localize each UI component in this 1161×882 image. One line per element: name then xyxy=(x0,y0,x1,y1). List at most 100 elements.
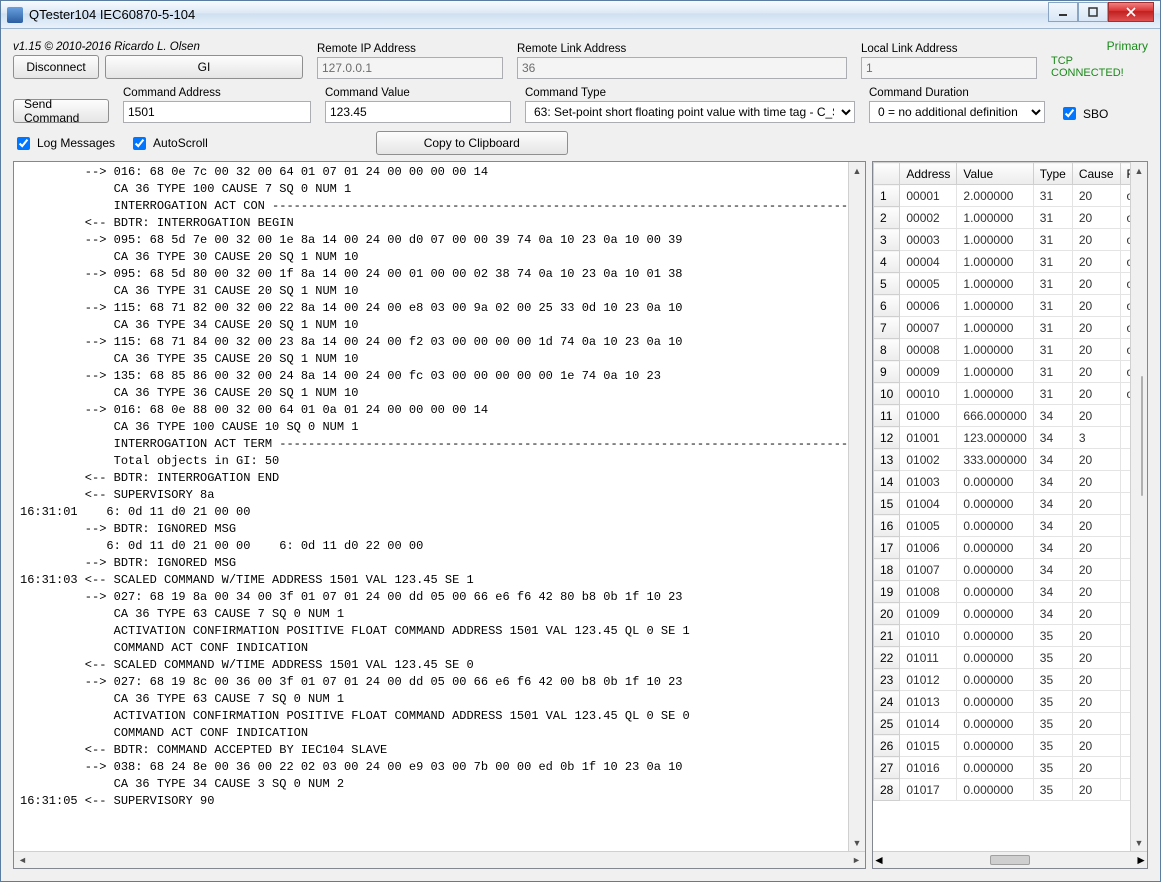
table-row[interactable]: 2000021.0000003120off xyxy=(874,207,1131,229)
titlebar[interactable]: QTester104 IEC60870-5-104 xyxy=(1,1,1160,29)
cell-value: 1.000000 xyxy=(957,295,1033,317)
table-row[interactable]: 5000051.0000003120off xyxy=(874,273,1131,295)
remote-ip-input[interactable] xyxy=(317,57,503,79)
table-row[interactable]: 20010090.0000003420 xyxy=(874,603,1131,625)
app-window: QTester104 IEC60870-5-104 v1.15 © 2010-2… xyxy=(0,0,1161,882)
table-row[interactable]: 16010050.0000003420 xyxy=(874,515,1131,537)
cell-flags xyxy=(1120,647,1130,669)
table-row[interactable]: 24010130.0000003520 xyxy=(874,691,1131,713)
table-vscrollbar[interactable]: ▲ ▼ xyxy=(1130,162,1147,851)
close-button[interactable] xyxy=(1108,2,1154,22)
cell-value: 1.000000 xyxy=(957,207,1033,229)
maximize-button[interactable] xyxy=(1078,2,1108,22)
cell-address: 00001 xyxy=(900,185,957,207)
row-number: 4 xyxy=(874,251,900,273)
log-messages-checkbox[interactable]: Log Messages xyxy=(13,134,115,153)
col-address[interactable]: Address xyxy=(900,163,957,185)
cell-value: 0.000000 xyxy=(957,603,1033,625)
send-command-button[interactable]: Send Command xyxy=(13,99,109,123)
cell-flags: off xyxy=(1120,273,1130,295)
scroll-thumb[interactable] xyxy=(990,855,1030,865)
table-row[interactable]: 27010160.0000003520 xyxy=(874,757,1131,779)
cell-cause: 20 xyxy=(1072,317,1120,339)
cell-type: 31 xyxy=(1033,229,1072,251)
cell-type: 34 xyxy=(1033,449,1072,471)
table-row[interactable]: 1000012.0000003120on xyxy=(874,185,1131,207)
table-row[interactable]: 1301002333.0000003420 xyxy=(874,449,1131,471)
cell-value: 1.000000 xyxy=(957,317,1033,339)
cmd-address-input[interactable] xyxy=(123,101,311,123)
table-row[interactable]: 22010110.0000003520 xyxy=(874,647,1131,669)
log-messages-checkbox-input[interactable] xyxy=(17,137,30,150)
autoscroll-checkbox-input[interactable] xyxy=(133,137,146,150)
table-row[interactable]: 3000031.0000003120off xyxy=(874,229,1131,251)
cell-cause: 20 xyxy=(1072,449,1120,471)
table-row[interactable]: 28010170.0000003520 xyxy=(874,779,1131,801)
table-row[interactable]: 7000071.0000003120off xyxy=(874,317,1131,339)
cell-flags xyxy=(1120,625,1130,647)
autoscroll-checkbox[interactable]: AutoScroll xyxy=(129,134,208,153)
disconnect-button[interactable]: Disconnect xyxy=(13,55,99,79)
table-row[interactable]: 8000081.0000003120off xyxy=(874,339,1131,361)
table-row[interactable]: 23010120.0000003520 xyxy=(874,669,1131,691)
cell-cause: 20 xyxy=(1072,537,1120,559)
scroll-thumb[interactable] xyxy=(1141,376,1143,496)
gi-button[interactable]: GI xyxy=(105,55,303,79)
table-row[interactable]: 17010060.0000003420 xyxy=(874,537,1131,559)
scroll-down-icon[interactable]: ▼ xyxy=(850,834,865,851)
scroll-up-icon[interactable]: ▲ xyxy=(850,162,865,179)
cmd-duration-select[interactable]: 0 = no additional definition xyxy=(869,101,1045,123)
scroll-right-icon[interactable]: ► xyxy=(848,853,865,868)
cell-type: 34 xyxy=(1033,405,1072,427)
table-row[interactable]: 21010100.0000003520 xyxy=(874,625,1131,647)
table-row[interactable]: 15010040.0000003420 xyxy=(874,493,1131,515)
data-table[interactable]: Address Value Type Cause Flags 1000012.0… xyxy=(873,162,1130,801)
table-row[interactable]: 14010030.0000003420 xyxy=(874,471,1131,493)
sbo-checkbox[interactable]: SBO xyxy=(1059,104,1148,123)
col-type[interactable]: Type xyxy=(1033,163,1072,185)
scroll-up-icon[interactable]: ▲ xyxy=(1132,162,1147,179)
table-row[interactable]: 10000101.0000003120off xyxy=(874,383,1131,405)
table-row[interactable]: 9000091.0000003120off xyxy=(874,361,1131,383)
col-value[interactable]: Value xyxy=(957,163,1033,185)
table-row[interactable]: 6000061.0000003120off xyxy=(874,295,1131,317)
local-link-input[interactable] xyxy=(861,57,1037,79)
scroll-down-icon[interactable]: ▼ xyxy=(1132,834,1147,851)
log-vscrollbar[interactable]: ▲ ▼ xyxy=(848,162,865,851)
log-text[interactable]: --> 016: 68 0e 7c 00 32 00 64 01 07 01 2… xyxy=(14,162,848,851)
table-row[interactable]: 18010070.0000003420 xyxy=(874,559,1131,581)
table-hscrollbar[interactable]: ◄ ► xyxy=(873,851,1147,868)
scroll-left-icon[interactable]: ◄ xyxy=(873,853,885,867)
cell-cause: 3 xyxy=(1072,427,1120,449)
cell-cause: 20 xyxy=(1072,559,1120,581)
scroll-right-icon[interactable]: ► xyxy=(1135,853,1147,867)
table-row[interactable]: 1101000666.0000003420 xyxy=(874,405,1131,427)
log-hscrollbar[interactable]: ◄ ► xyxy=(14,851,865,868)
table-row[interactable]: 1201001123.000000343 xyxy=(874,427,1131,449)
table-row[interactable]: 26010150.0000003520 xyxy=(874,735,1131,757)
row-number: 26 xyxy=(874,735,900,757)
cell-flags xyxy=(1120,471,1130,493)
copy-clipboard-button[interactable]: Copy to Clipboard xyxy=(376,131,568,155)
remote-link-input[interactable] xyxy=(517,57,847,79)
cell-address: 00007 xyxy=(900,317,957,339)
cell-type: 35 xyxy=(1033,735,1072,757)
minimize-button[interactable] xyxy=(1048,2,1078,22)
table-row[interactable]: 25010140.0000003520 xyxy=(874,713,1131,735)
cell-flags: off xyxy=(1120,229,1130,251)
cell-cause: 20 xyxy=(1072,295,1120,317)
table-row[interactable]: 19010080.0000003420 xyxy=(874,581,1131,603)
cmd-type-select[interactable]: 63: Set-point short floating point value… xyxy=(525,101,855,123)
cell-type: 31 xyxy=(1033,295,1072,317)
cell-address: 01003 xyxy=(900,471,957,493)
cell-flags: off xyxy=(1120,295,1130,317)
scroll-left-icon[interactable]: ◄ xyxy=(14,853,31,868)
cmd-value-input[interactable] xyxy=(325,101,511,123)
window-title: QTester104 IEC60870-5-104 xyxy=(29,7,1048,22)
col-cause[interactable]: Cause xyxy=(1072,163,1120,185)
col-flags[interactable]: Flags xyxy=(1120,163,1130,185)
tcp-status: TCP CONNECTED! xyxy=(1051,55,1148,79)
cell-value: 1.000000 xyxy=(957,383,1033,405)
sbo-checkbox-input[interactable] xyxy=(1063,107,1076,120)
table-row[interactable]: 4000041.0000003120off xyxy=(874,251,1131,273)
